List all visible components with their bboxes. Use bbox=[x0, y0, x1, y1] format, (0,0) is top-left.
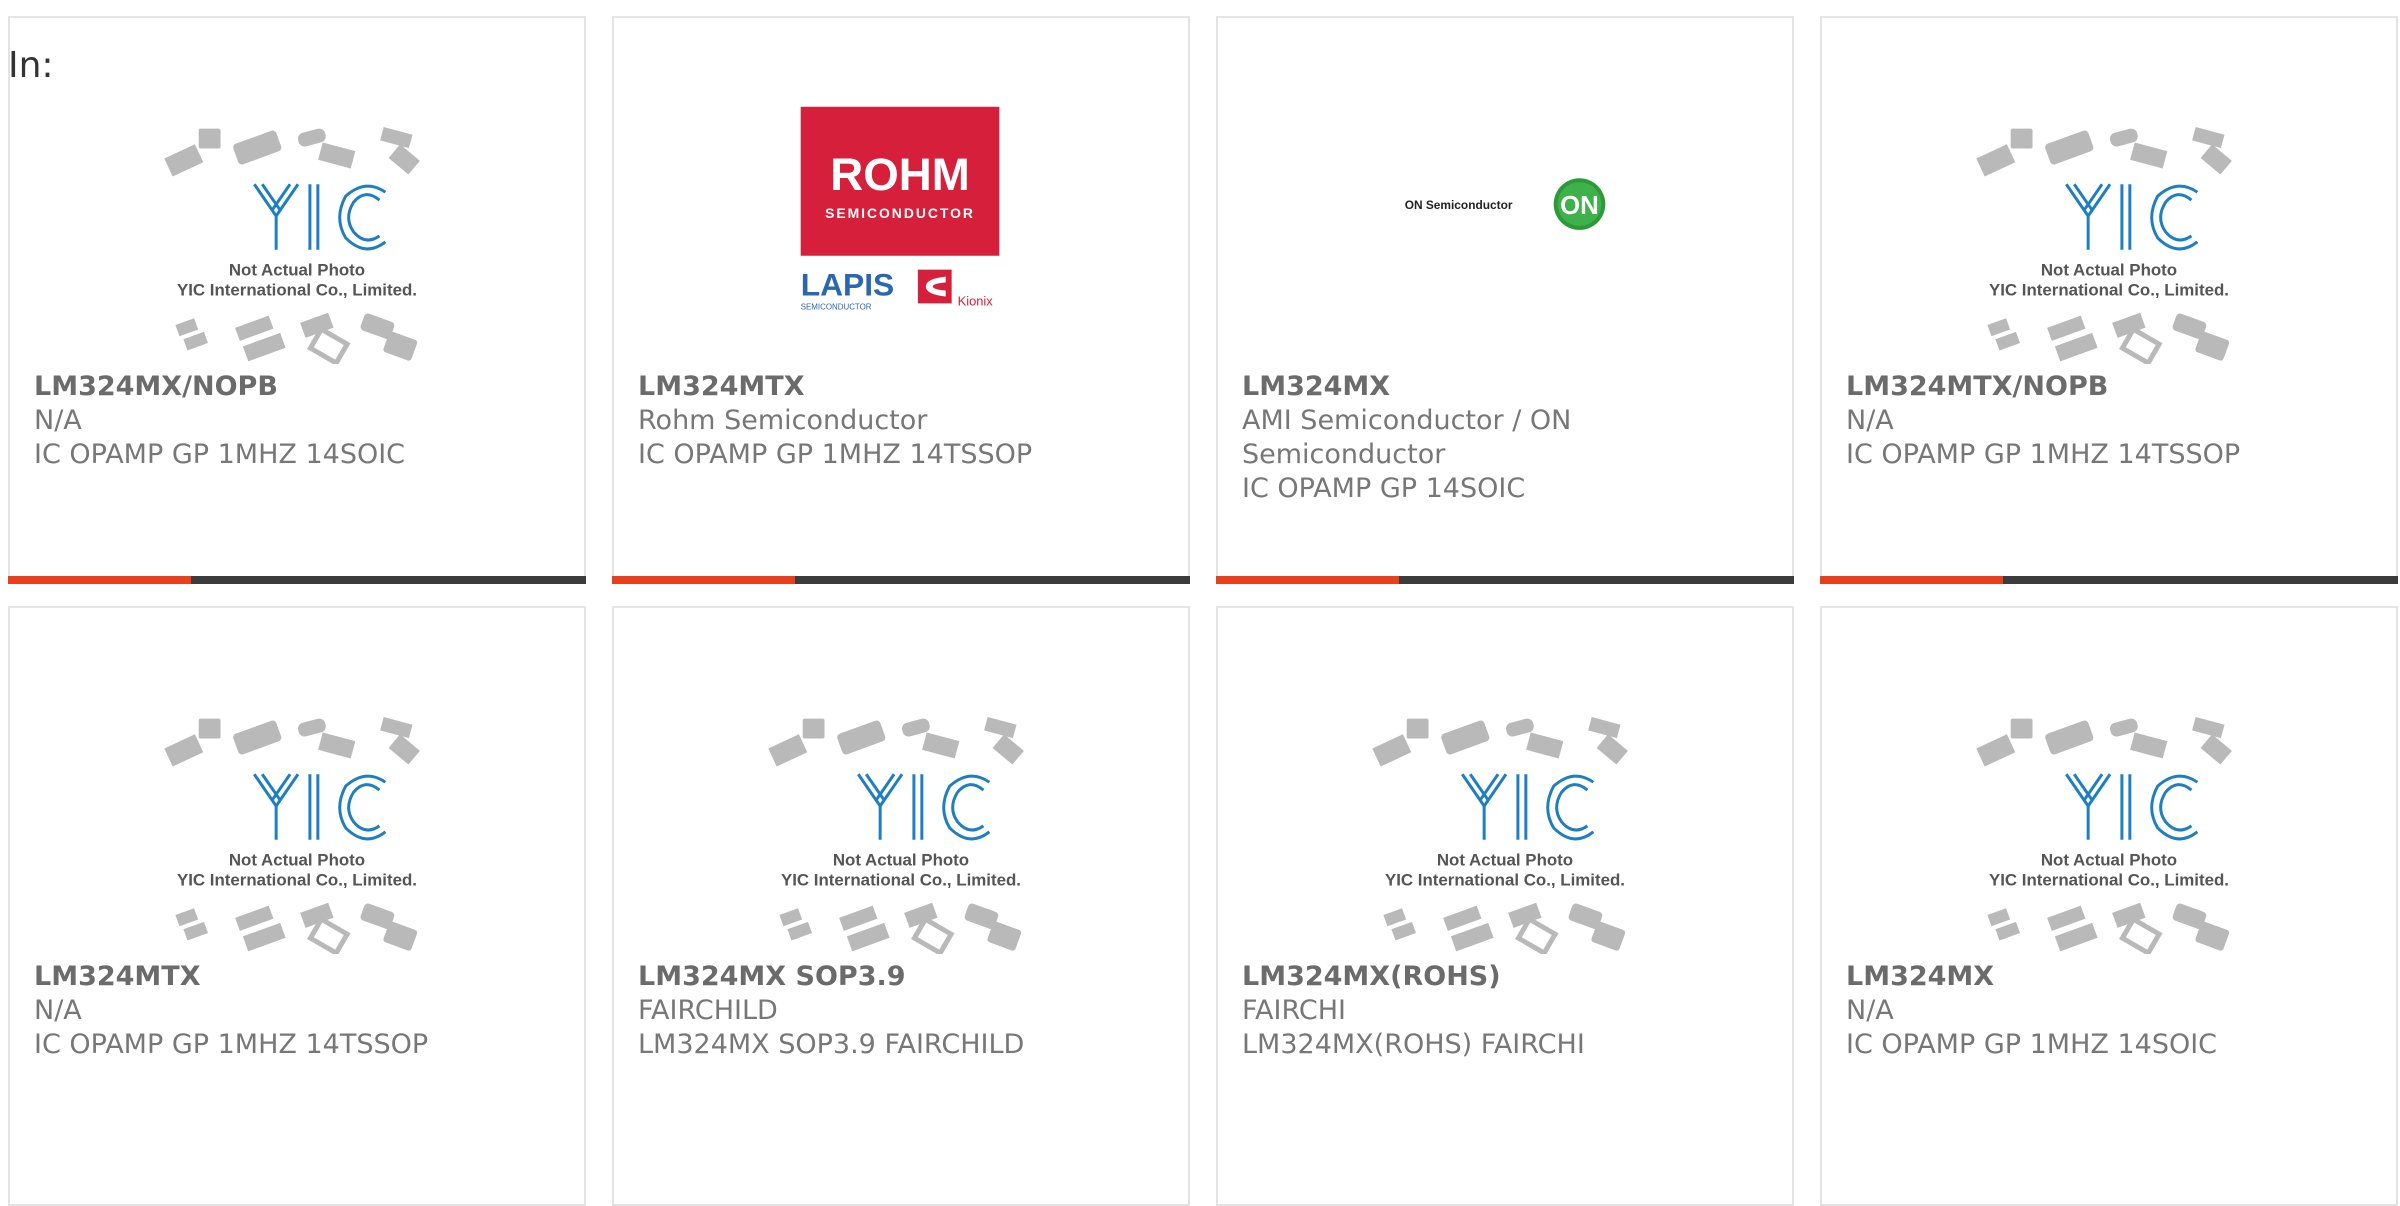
product-info: LM324MTX Rohm Semiconductor IC OPAMP GP … bbox=[638, 370, 1164, 472]
manufacturer-logo: ROHM SEMICONDUCTOR LAPIS SEMICONDUCTOR K… bbox=[614, 74, 1188, 364]
placeholder-caption-2: YIC International Co., Limited. bbox=[1385, 870, 1625, 889]
chip-placeholder-icon: Not Actual Photo YIC International Co., … bbox=[1976, 126, 2232, 364]
description: LM324MX SOP3.9 FAIRCHILD bbox=[638, 1029, 1025, 1060]
product-info: LM324MX AMI Semiconductor / ON Semicondu… bbox=[1242, 370, 1768, 506]
manufacturer: N/A bbox=[34, 995, 82, 1026]
placeholder-image: Not Actual Photo YIC International Co., … bbox=[614, 664, 1188, 954]
kionix-wordmark: Kionix bbox=[958, 293, 994, 308]
product-info: LM324MX/NOPB N/A IC OPAMP GP 1MHZ 14SOIC bbox=[34, 370, 560, 472]
manufacturer: N/A bbox=[1846, 995, 1894, 1026]
product-card[interactable]: Not Actual Photo YIC International Co., … bbox=[1216, 606, 1794, 1206]
product-card[interactable]: ROHM SEMICONDUCTOR LAPIS SEMICONDUCTOR K… bbox=[612, 16, 1190, 584]
product-info: LM324MX SOP3.9 FAIRCHILD LM324MX SOP3.9 … bbox=[638, 960, 1164, 1062]
placeholder-image: Not Actual Photo YIC International Co., … bbox=[1822, 664, 2396, 954]
manufacturer: N/A bbox=[1846, 405, 1894, 436]
manufacturer: FAIRCHILD bbox=[638, 995, 778, 1026]
manufacturer-logo: ON Semiconductor ON bbox=[1218, 74, 1792, 364]
part-number-link[interactable]: LM324MTX bbox=[34, 960, 560, 994]
card-accent-bar bbox=[612, 576, 1190, 584]
card-accent-bar bbox=[8, 576, 586, 584]
part-number-link[interactable]: LM324MX(ROHS) bbox=[1242, 960, 1768, 994]
part-number-link[interactable]: LM324MTX/NOPB bbox=[1846, 370, 2372, 404]
description: LM324MX(ROHS) FAIRCHI bbox=[1242, 1029, 1585, 1060]
product-grid: Not Actual Photo YIC International Co., … bbox=[0, 0, 2400, 1206]
placeholder-image: Not Actual Photo YIC International Co., … bbox=[10, 664, 584, 954]
product-info: LM324MTX/NOPB N/A IC OPAMP GP 1MHZ 14TSS… bbox=[1846, 370, 2372, 472]
placeholder-caption-2: YIC International Co., Limited. bbox=[1989, 870, 2229, 889]
placeholder-caption-2: YIC International Co., Limited. bbox=[177, 280, 417, 299]
description: IC OPAMP GP 1MHZ 14SOIC bbox=[34, 439, 406, 470]
placeholder-caption-2: YIC International Co., Limited. bbox=[1989, 280, 2229, 299]
product-card[interactable]: Not Actual Photo YIC International Co., … bbox=[8, 16, 586, 584]
product-info: LM324MX N/A IC OPAMP GP 1MHZ 14SOIC bbox=[1846, 960, 2372, 1062]
rohm-logo-icon: ROHM SEMICONDUCTOR LAPIS SEMICONDUCTOR K… bbox=[800, 106, 1000, 311]
placeholder-image: Not Actual Photo YIC International Co., … bbox=[10, 74, 584, 364]
description: IC OPAMP GP 14SOIC bbox=[1242, 473, 1526, 504]
chip-placeholder-icon: Not Actual Photo YIC International Co., … bbox=[768, 716, 1024, 954]
placeholder-caption-1: Not Actual Photo bbox=[2041, 261, 2177, 280]
on-semi-logo-icon: ON Semiconductor ON bbox=[1405, 178, 1606, 230]
product-card[interactable]: Not Actual Photo YIC International Co., … bbox=[1820, 16, 2398, 584]
chip-placeholder-icon: Not Actual Photo YIC International Co., … bbox=[1976, 716, 2232, 954]
chip-placeholder-icon: Not Actual Photo YIC International Co., … bbox=[164, 716, 420, 954]
chip-placeholder-icon: Not Actual Photo YIC International Co., … bbox=[1372, 716, 1628, 954]
description: IC OPAMP GP 1MHZ 14TSSOP bbox=[34, 1029, 429, 1060]
chip-placeholder-icon: Not Actual Photo YIC International Co., … bbox=[164, 126, 420, 364]
placeholder-caption-1: Not Actual Photo bbox=[229, 261, 365, 280]
card-accent-bar bbox=[1216, 576, 1794, 584]
product-card[interactable]: Not Actual Photo YIC International Co., … bbox=[1820, 606, 2398, 1206]
placeholder-caption-1: Not Actual Photo bbox=[1437, 851, 1573, 870]
placeholder-image: Not Actual Photo YIC International Co., … bbox=[1822, 74, 2396, 364]
part-number-link[interactable]: LM324MX bbox=[1242, 370, 1768, 404]
placeholder-caption-2: YIC International Co., Limited. bbox=[177, 870, 417, 889]
lapis-subtitle: SEMICONDUCTOR bbox=[801, 302, 872, 311]
on-semi-wordmark: ON Semiconductor bbox=[1405, 198, 1513, 212]
placeholder-caption-1: Not Actual Photo bbox=[833, 851, 969, 870]
lapis-wordmark: LAPIS bbox=[801, 266, 895, 302]
manufacturer: Rohm Semiconductor bbox=[638, 405, 928, 436]
in-label: In: bbox=[8, 45, 54, 86]
product-card[interactable]: ON Semiconductor ON LM324MX AMI Semicond… bbox=[1216, 16, 1794, 584]
manufacturer: AMI Semiconductor / ON Semiconductor bbox=[1242, 405, 1572, 470]
part-number-link[interactable]: LM324MTX bbox=[638, 370, 1164, 404]
rohm-subtitle: SEMICONDUCTOR bbox=[825, 205, 975, 221]
manufacturer: FAIRCHI bbox=[1242, 995, 1347, 1026]
on-badge-text: ON bbox=[1560, 192, 1599, 220]
part-number-link[interactable]: LM324MX SOP3.9 bbox=[638, 960, 1164, 994]
placeholder-caption-2: YIC International Co., Limited. bbox=[781, 870, 1021, 889]
part-number-link[interactable]: LM324MX/NOPB bbox=[34, 370, 560, 404]
product-info: LM324MX(ROHS) FAIRCHI LM324MX(ROHS) FAIR… bbox=[1242, 960, 1768, 1062]
placeholder-caption-1: Not Actual Photo bbox=[229, 851, 365, 870]
card-accent-bar bbox=[1820, 576, 2398, 584]
product-info: LM324MTX N/A IC OPAMP GP 1MHZ 14TSSOP bbox=[34, 960, 560, 1062]
product-card[interactable]: Not Actual Photo YIC International Co., … bbox=[8, 606, 586, 1206]
description: IC OPAMP GP 1MHZ 14SOIC bbox=[1846, 1029, 2218, 1060]
product-card[interactable]: Not Actual Photo YIC International Co., … bbox=[612, 606, 1190, 1206]
manufacturer: N/A bbox=[34, 405, 82, 436]
part-number-link[interactable]: LM324MX bbox=[1846, 960, 2372, 994]
rohm-wordmark: ROHM bbox=[830, 149, 970, 200]
description: IC OPAMP GP 1MHZ 14TSSOP bbox=[1846, 439, 2241, 470]
placeholder-image: Not Actual Photo YIC International Co., … bbox=[1218, 664, 1792, 954]
placeholder-caption-1: Not Actual Photo bbox=[2041, 851, 2177, 870]
description: IC OPAMP GP 1MHZ 14TSSOP bbox=[638, 439, 1033, 470]
